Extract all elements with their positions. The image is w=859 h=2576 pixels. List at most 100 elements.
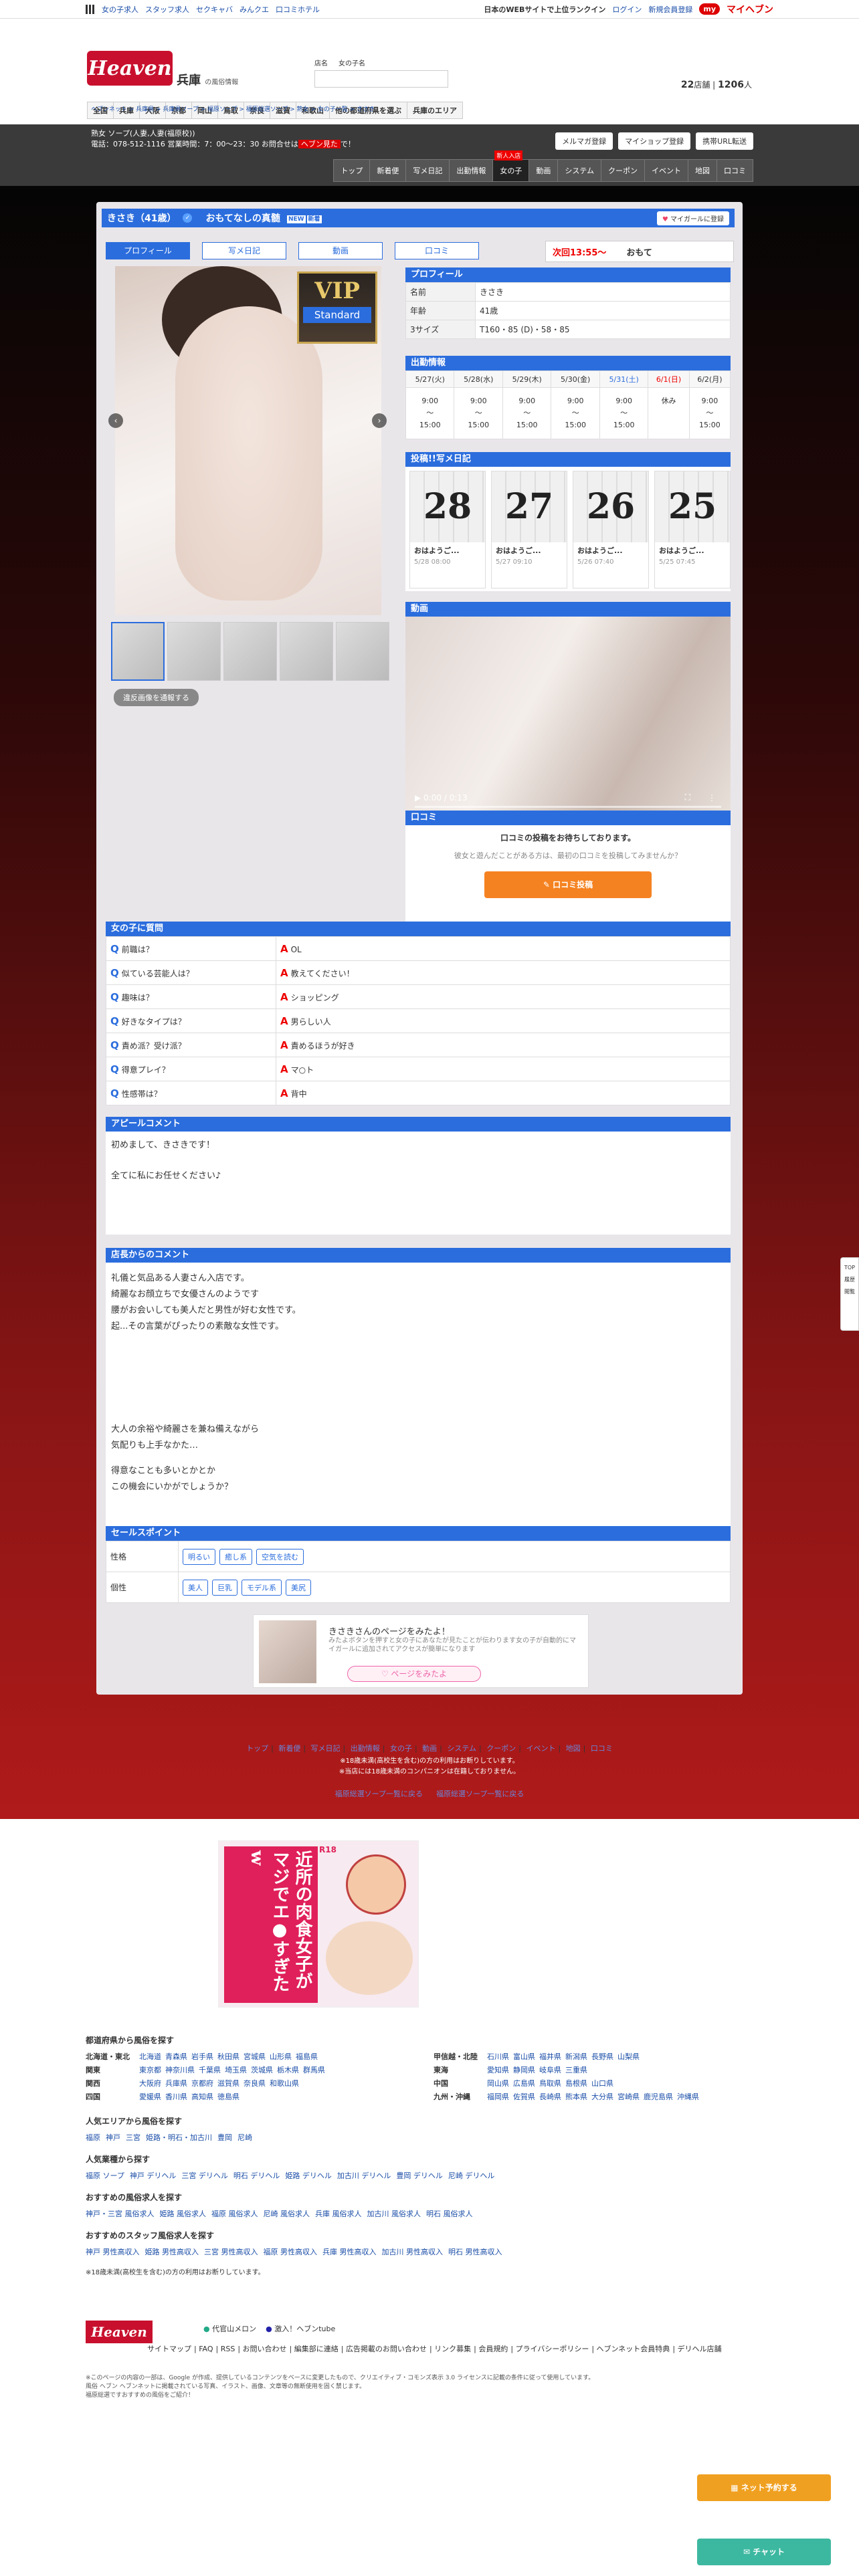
footer-nav-link[interactable]: クーポン bbox=[486, 1744, 516, 1753]
table-row: Q 趣味は？ A ショッピング bbox=[106, 984, 731, 1009]
popular-kind-head: 人気業種から探す bbox=[86, 2155, 151, 2164]
thumbnail[interactable] bbox=[336, 622, 389, 681]
diary-card[interactable]: 26 おはようご... 5/26 07:40 bbox=[573, 471, 649, 588]
appeal-section: アピールコメント 初めまして、きさきです！ 全てに私にお任せください♪ bbox=[106, 1117, 731, 1235]
video-progress-bar[interactable] bbox=[415, 806, 721, 808]
top-link-jobs[interactable]: 女の子求人 bbox=[102, 4, 138, 15]
table-row: 性格 明るい 癒し系 空気を読む bbox=[106, 1541, 731, 1572]
comment-line: 大人の余裕や綺麗さを兼ね備えながら bbox=[111, 1424, 260, 1434]
thumbnail[interactable] bbox=[111, 622, 165, 681]
girl-main-photo[interactable]: VIP Standard bbox=[115, 266, 381, 615]
tab-profile[interactable]: プロフィール bbox=[106, 242, 190, 259]
fullscreen-icon[interactable]: ⛶ bbox=[685, 792, 690, 802]
tab-review[interactable]: 口コミ bbox=[395, 242, 479, 259]
shop-nav-event[interactable]: イベント bbox=[645, 160, 688, 181]
sns-link[interactable]: 代官山メロン bbox=[212, 2325, 256, 2333]
appeal-line: 初めまして、きさきです！ bbox=[111, 1140, 215, 1150]
sns-link[interactable]: 激入！ヘブンtube bbox=[274, 2325, 335, 2333]
shop-nav-new[interactable]: 新着便 bbox=[370, 160, 407, 181]
top-link-staff[interactable]: スタッフ求人 bbox=[145, 4, 189, 15]
my-heaven-link[interactable]: マイヘブン bbox=[727, 3, 773, 16]
mailmag-button[interactable]: メルマガ登録 bbox=[555, 132, 613, 150]
photo-prev-icon[interactable]: ‹ bbox=[108, 413, 123, 428]
footer-nav-link[interactable]: 出勤情報 bbox=[351, 1744, 380, 1753]
shop-info: 熟女 ソープ(人妻,人妻(福原校)) 電話：078-512-1116 営業時間：… bbox=[91, 129, 355, 148]
photo-next-icon[interactable]: › bbox=[372, 413, 387, 428]
breadcrumb[interactable]: ヘブンネット > 兵庫県 > 兵庫県ソープ > 福原ソープ > 福原総選ソープ … bbox=[91, 104, 375, 113]
footer-nav-link[interactable]: 新着便 bbox=[278, 1744, 300, 1753]
review-section: 口コミ 口コミの投稿をお待ちしております。 彼女と遊んだことがある方は、最初の口… bbox=[405, 811, 731, 924]
banner-title: きさきさんのページをみたよ！ bbox=[328, 1627, 450, 1637]
ad-face bbox=[346, 1854, 406, 1915]
top-link-hotel[interactable]: 口コミホテル bbox=[276, 4, 320, 15]
diary-section: 投稿!!写メ日記 28 おはようご... 5/28 08:00 27 おはようご...… bbox=[405, 452, 731, 591]
diary-card[interactable]: 27 おはようご... 5/27 09:10 bbox=[491, 471, 567, 588]
region-title: 兵庫 の風俗情報 bbox=[177, 74, 239, 88]
heaven-logo[interactable]: Heaven bbox=[87, 51, 173, 86]
footer-nav-link[interactable]: システム bbox=[447, 1744, 476, 1753]
area-nav-item[interactable]: 兵庫のエリア bbox=[407, 102, 462, 118]
tab-video[interactable]: 動画 bbox=[298, 242, 383, 259]
shop-nav-map[interactable]: 地図 bbox=[688, 160, 717, 181]
next-time: 次回13:55〜 bbox=[553, 247, 607, 258]
search-label-girl[interactable]: 女の子名 bbox=[339, 60, 365, 68]
video-player[interactable]: ▶ 0:00 / 0:13 ⛶ ⋮ bbox=[405, 617, 731, 815]
mobile-url-button[interactable]: 携帯URL転送 bbox=[696, 132, 753, 150]
thumbnail[interactable] bbox=[280, 622, 333, 681]
thumbnail[interactable] bbox=[167, 622, 221, 681]
age-notice: ※18歳未満(高校生を含む)の方の利用はお断りしています。 ※当店には18歳未満の… bbox=[339, 1757, 520, 1776]
top-link-minkue[interactable]: みんクエ bbox=[240, 4, 269, 15]
chat-button[interactable]: ✉ チャット bbox=[697, 2539, 831, 2565]
mygirl-button[interactable]: ♥ マイガールに登録 bbox=[656, 211, 729, 225]
shop-nav-coupon[interactable]: クーポン bbox=[601, 160, 645, 181]
net-reserve-button[interactable]: ▦ ネット予約する bbox=[697, 2474, 831, 2501]
footer-nav-link[interactable]: 女の子 bbox=[390, 1744, 412, 1753]
more-icon[interactable]: ⋮ bbox=[708, 793, 716, 802]
top-icon[interactable]: TOP bbox=[841, 1262, 858, 1274]
report-violation-button[interactable]: 違反画像を通報する bbox=[114, 689, 199, 706]
login-link[interactable]: ログイン bbox=[612, 4, 642, 15]
floating-sidebar[interactable]: TOP 履歴 閲覧 bbox=[840, 1257, 859, 1331]
search-label-shop[interactable]: 店名 bbox=[314, 60, 328, 68]
video-head: 動画 bbox=[405, 602, 731, 617]
footer-nav-link[interactable]: トップ bbox=[246, 1744, 268, 1753]
footer-nav-link[interactable]: 写メ日記 bbox=[311, 1744, 341, 1753]
register-link[interactable]: 新規会員登録 bbox=[648, 4, 692, 15]
thumbnail[interactable] bbox=[223, 622, 277, 681]
new-entry-badge: 新人入店 bbox=[494, 150, 523, 160]
my-heaven-badge[interactable]: my bbox=[699, 3, 720, 15]
back-link[interactable]: 福原総選ソープ一覧に戻る bbox=[335, 1790, 423, 1798]
footer-nav-link[interactable]: 地図 bbox=[566, 1744, 581, 1753]
mitayo-button[interactable]: ♡ ページをみたよ bbox=[347, 1666, 481, 1682]
ad-banner[interactable]: 近所の肉食女子がマジでエ●すぎたw R18 bbox=[218, 1840, 419, 2008]
history-icon[interactable]: 履歴 bbox=[841, 1274, 858, 1286]
video-time[interactable]: ▶ 0:00 / 0:13 bbox=[415, 793, 468, 802]
grid-menu-icon[interactable] bbox=[86, 4, 95, 14]
myshop-button[interactable]: マイショップ登録 bbox=[618, 132, 691, 150]
shop-nav-diary[interactable]: 写メ日記 bbox=[406, 160, 450, 181]
shop-nav-video[interactable]: 動画 bbox=[529, 160, 559, 181]
table-row: Q 責め派？受け派？ A 責めるほうが好き bbox=[106, 1033, 731, 1057]
profile-section: プロフィール 名前 きさき 年齢 41歳 3サイズ T160・85 (D)・58・85 bbox=[405, 267, 731, 339]
review-head: 口コミ bbox=[405, 811, 731, 825]
shop-nav-system[interactable]: システム bbox=[558, 160, 601, 181]
top-link-sekukyaba[interactable]: セクキャバ bbox=[196, 4, 233, 15]
search-input[interactable] bbox=[314, 70, 448, 88]
shop-nav-review[interactable]: 口コミ bbox=[717, 160, 753, 181]
pref-row: 甲信越・北陸 石川県 富山県 福井県 新潟県 長野県 山梨県 bbox=[434, 2052, 640, 2061]
back-link[interactable]: 福原総選ソープ一覧に戻る bbox=[436, 1790, 524, 1798]
tab-diary[interactable]: 写メ日記 bbox=[202, 242, 286, 259]
footer-notes: ※このページの内容の一部は、Google が作成、提供しているコンテンツをベース… bbox=[86, 2375, 595, 2399]
review-post-button[interactable]: ✎ 口コミ投稿 bbox=[484, 871, 652, 898]
shop-nav-schedule[interactable]: 出勤情報 bbox=[450, 160, 494, 181]
shop-nav-top[interactable]: トップ bbox=[334, 160, 371, 181]
footer-nav-link[interactable]: イベント bbox=[526, 1744, 555, 1753]
viewed-icon[interactable]: 閲覧 bbox=[841, 1286, 858, 1298]
diary-card[interactable]: 28 おはようご... 5/28 08:00 bbox=[409, 471, 486, 588]
footer-nav-link[interactable]: 口コミ bbox=[591, 1744, 613, 1753]
footer-logo[interactable]: Heaven bbox=[86, 2321, 153, 2343]
qa-section: 女の子に質問 Q 前職は？ A OL Q 似ている芸能人は？ A 教えてください！ Q 趣味は… bbox=[106, 922, 731, 1105]
shop-nav-girls[interactable]: 新人入店 女の子 bbox=[493, 150, 530, 181]
footer-nav-link[interactable]: 動画 bbox=[422, 1744, 437, 1753]
diary-card[interactable]: 25 おはようご... 5/25 07:45 bbox=[654, 471, 731, 588]
